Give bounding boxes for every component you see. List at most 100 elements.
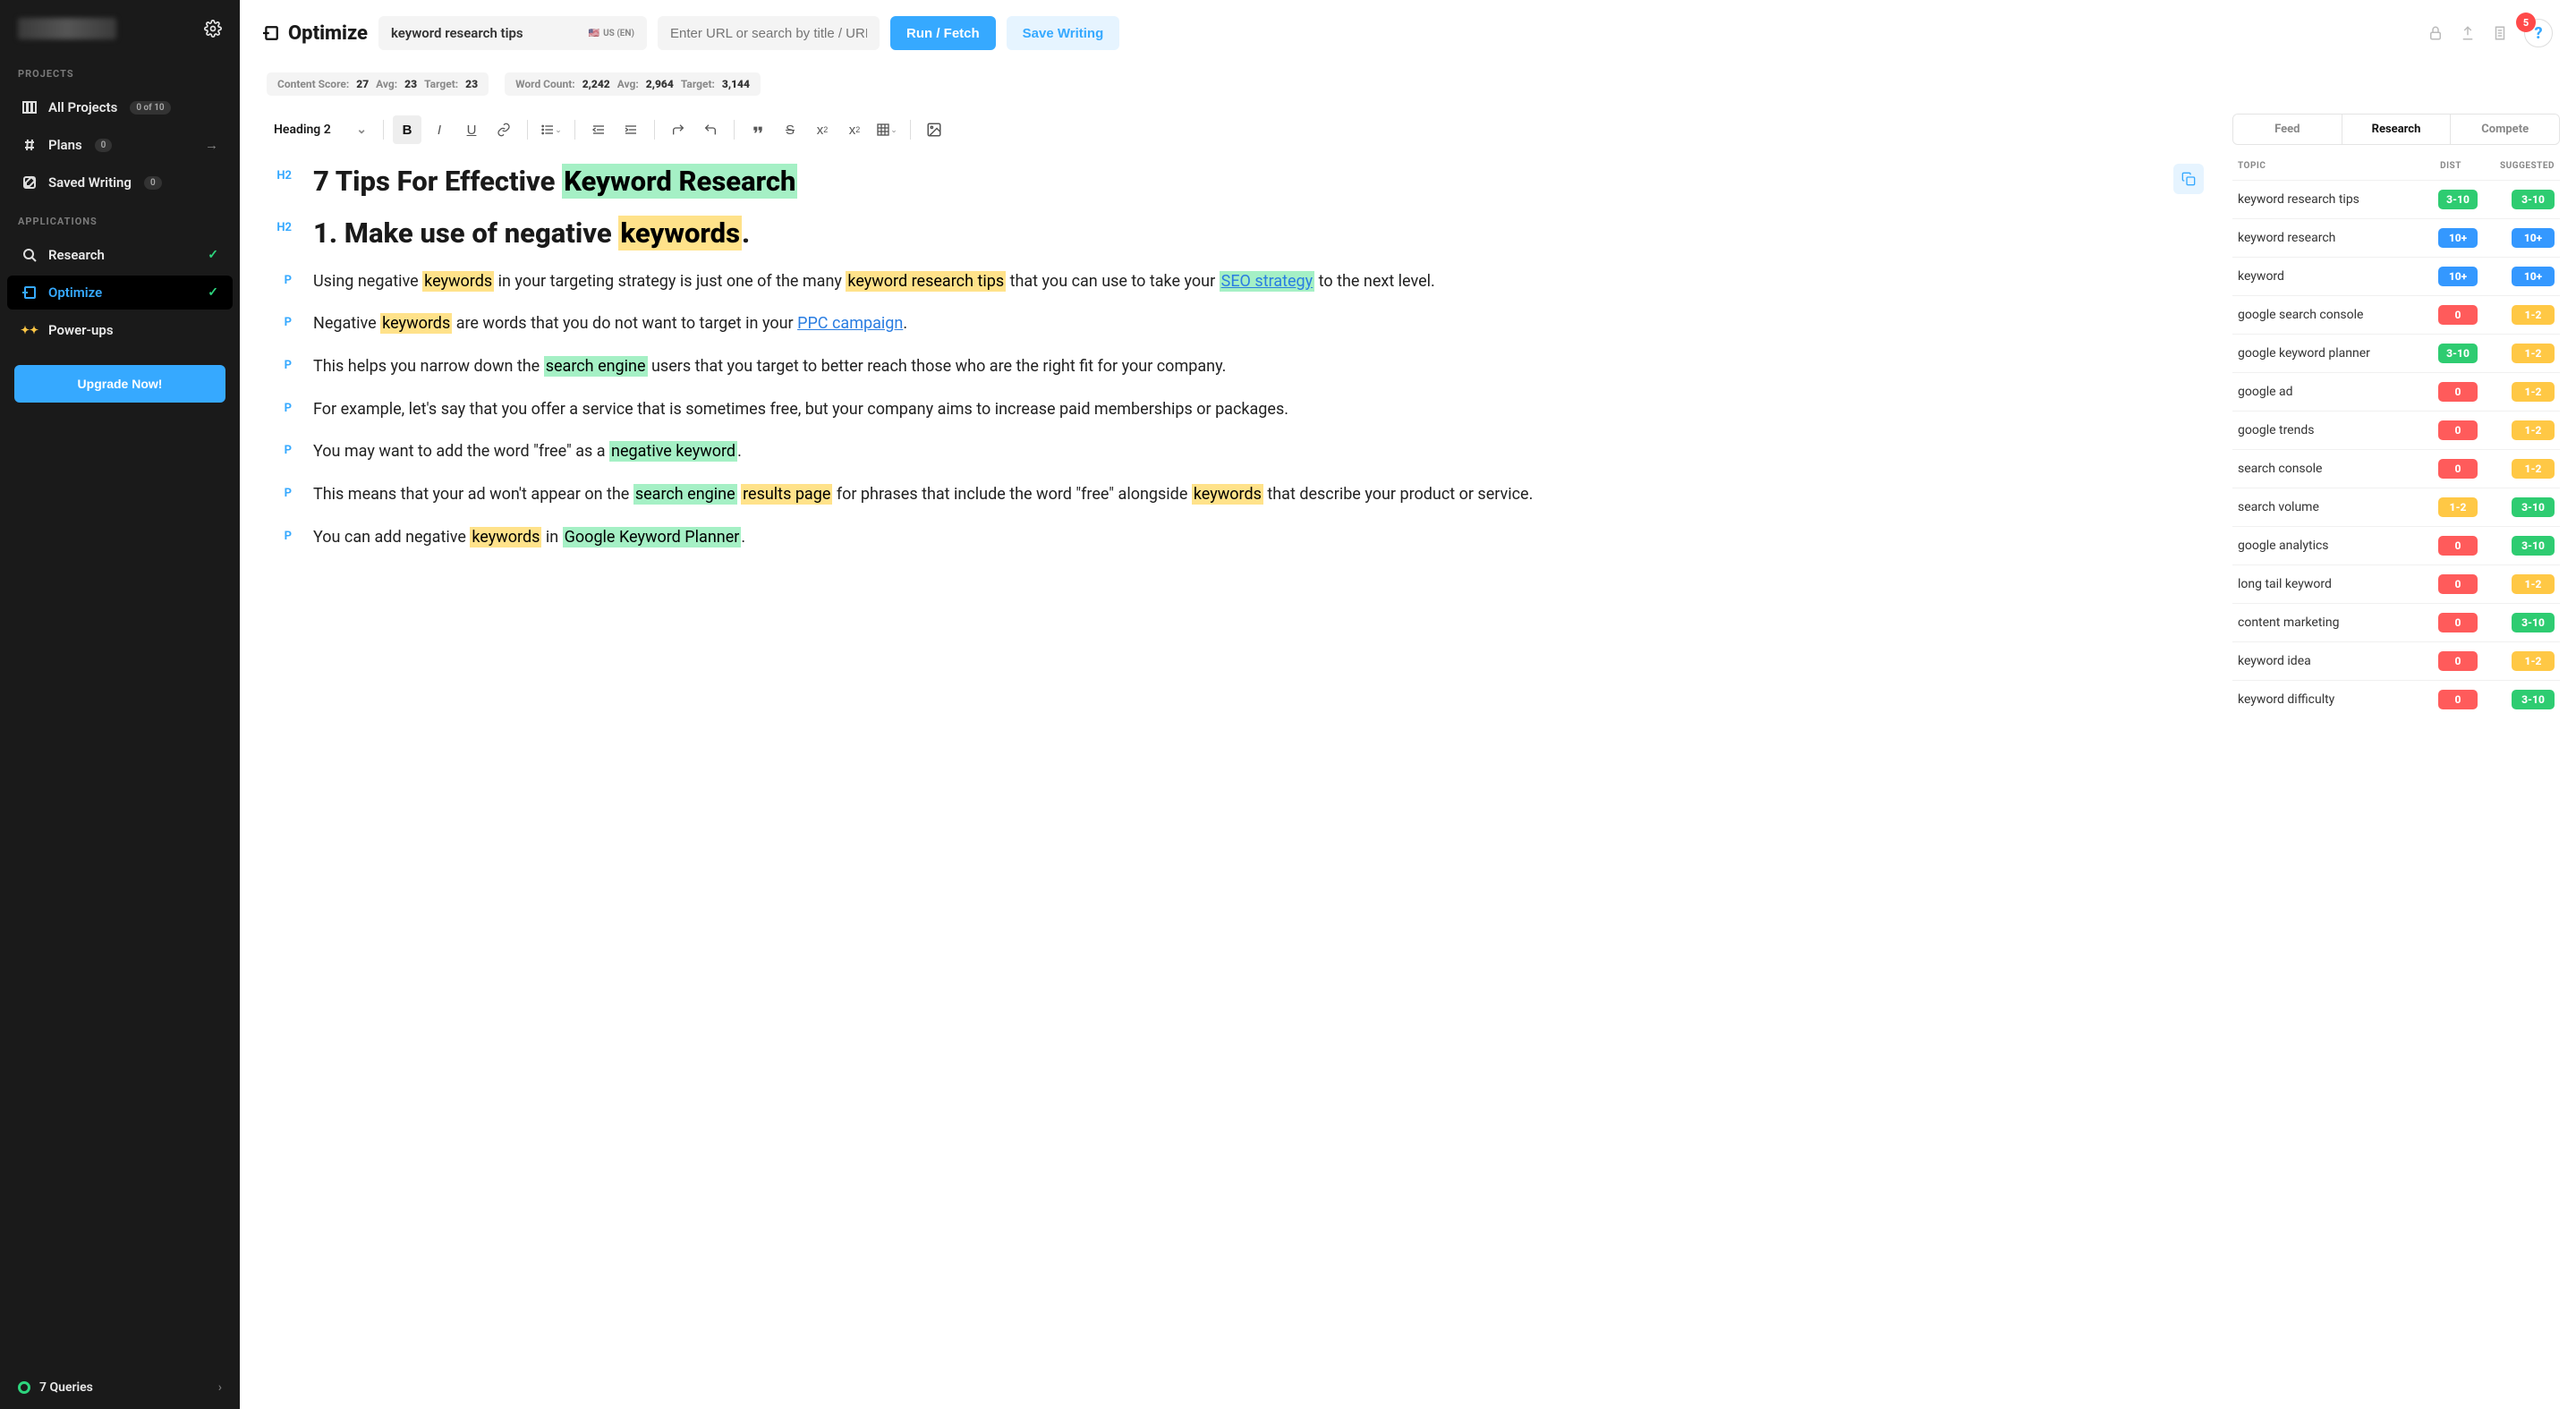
topic-row[interactable]: google search console 0 1-2: [2232, 295, 2560, 334]
optimize-icon: [21, 284, 38, 301]
topic-row[interactable]: keyword difficulty 0 3-10: [2232, 680, 2560, 718]
superscript-button[interactable]: x2: [840, 115, 869, 144]
url-input[interactable]: [658, 16, 880, 50]
heading-select[interactable]: Heading 2⌄: [267, 118, 374, 141]
topic-row[interactable]: google ad 0 1-2: [2232, 372, 2560, 411]
undo-button[interactable]: [696, 115, 725, 144]
topic-row[interactable]: content marketing 0 3-10: [2232, 603, 2560, 641]
table-button[interactable]: ⌄: [872, 115, 901, 144]
sidebar-item-saved-writing[interactable]: Saved Writing 0: [7, 166, 233, 199]
word-count-stats: Word Count:2,242 Avg:2,964 Target:3,144: [505, 72, 761, 96]
line-tag-p: P: [267, 396, 292, 415]
tab-compete[interactable]: Compete: [2451, 115, 2559, 144]
underline-button[interactable]: U: [457, 115, 486, 144]
topic-row[interactable]: google analytics 0 3-10: [2232, 526, 2560, 564]
topic-name: search volume: [2238, 500, 2431, 514]
bold-button[interactable]: B: [393, 115, 421, 144]
sidebar-item-research[interactable]: Research ✓: [7, 238, 233, 272]
paragraph: For example, let's say that you offer a …: [313, 396, 1288, 423]
main: Optimize keyword research tips 🇺🇸 US (EN…: [240, 0, 2576, 1409]
sidebar-item-powerups[interactable]: ✦✦ Power-ups: [7, 313, 233, 347]
nav-label: Research: [48, 247, 105, 263]
image-button[interactable]: [920, 115, 948, 144]
topic-row[interactable]: keyword research 10+ 10+: [2232, 218, 2560, 257]
line-tag-p: P: [267, 438, 292, 457]
subscript-button[interactable]: x2: [808, 115, 837, 144]
quote-button[interactable]: [744, 115, 772, 144]
check-icon: ✓: [208, 248, 218, 262]
tab-feed[interactable]: Feed: [2233, 115, 2342, 144]
save-writing-button[interactable]: Save Writing: [1007, 16, 1120, 50]
topic-name: search console: [2238, 462, 2431, 476]
topic-row[interactable]: keyword 10+ 10+: [2232, 257, 2560, 295]
locale-selector[interactable]: 🇺🇸 US (EN): [589, 29, 634, 38]
keyword-value: keyword research tips: [391, 25, 523, 41]
search-icon: [21, 247, 38, 263]
document-icon[interactable]: [2492, 25, 2508, 41]
suggested-pill: 3-10: [2512, 190, 2555, 209]
topbar: Optimize keyword research tips 🇺🇸 US (EN…: [240, 0, 2576, 67]
notification-badge: 5: [2516, 13, 2536, 32]
paragraph: Using negative keywords in your targetin…: [313, 268, 1435, 295]
tab-research[interactable]: Research: [2342, 115, 2452, 144]
outdent-button[interactable]: [584, 115, 613, 144]
topic-name: keyword: [2238, 269, 2431, 284]
line-tag-p: P: [267, 310, 292, 329]
upgrade-button[interactable]: Upgrade Now!: [14, 365, 225, 403]
dist-pill: 3-10: [2438, 190, 2478, 209]
dist-pill: 3-10: [2438, 344, 2478, 363]
topic-name: keyword research tips: [2238, 192, 2431, 207]
run-fetch-button[interactable]: Run / Fetch: [890, 16, 996, 50]
suggested-pill: 3-10: [2512, 690, 2555, 709]
sparkle-icon: ✦✦: [21, 322, 38, 338]
topic-row[interactable]: google trends 0 1-2: [2232, 411, 2560, 449]
badge: 0: [144, 176, 162, 190]
topic-row[interactable]: keyword research tips 3-10 3-10: [2232, 180, 2560, 218]
topic-row[interactable]: search volume 1-2 3-10: [2232, 488, 2560, 526]
suggested-pill: 1-2: [2512, 651, 2555, 671]
dist-pill: 0: [2438, 459, 2478, 479]
right-panel: Feed Research Compete TOPIC DIST SUGGEST…: [2222, 96, 2576, 1409]
sidebar-item-all-projects[interactable]: All Projects 0 of 10: [7, 90, 233, 124]
export-icon[interactable]: [2460, 25, 2476, 41]
dist-pill: 0: [2438, 536, 2478, 556]
dist-pill: 1-2: [2438, 497, 2478, 517]
suggested-pill: 10+: [2512, 267, 2555, 286]
ppc-link[interactable]: PPC campaign: [797, 314, 903, 333]
gear-icon[interactable]: [204, 20, 222, 38]
keyword-input[interactable]: keyword research tips 🇺🇸 US (EN): [378, 16, 647, 50]
editor-content[interactable]: H2 7 Tips For Effective Keyword Research…: [267, 151, 2204, 550]
topic-name: long tail keyword: [2238, 577, 2431, 591]
title-text: Optimize: [288, 22, 368, 45]
copy-button[interactable]: [2173, 164, 2204, 194]
bullet-list-button[interactable]: ⌄: [537, 115, 565, 144]
nav-label: Saved Writing: [48, 174, 132, 191]
suggested-pill: 3-10: [2512, 536, 2555, 556]
topic-row[interactable]: long tail keyword 0 1-2: [2232, 564, 2560, 603]
topic-row[interactable]: search console 0 1-2: [2232, 449, 2560, 488]
dist-pill: 0: [2438, 651, 2478, 671]
redo-button[interactable]: [664, 115, 693, 144]
check-icon: ✓: [208, 285, 218, 300]
italic-button[interactable]: I: [425, 115, 454, 144]
sidebar-item-plans[interactable]: Plans 0 →: [7, 128, 233, 162]
lock-icon[interactable]: [2427, 25, 2444, 41]
content-score-stats: Content Score:27 Avg:23 Target:23: [267, 72, 489, 96]
sidebar-footer[interactable]: 7 Queries ›: [0, 1366, 240, 1409]
suggested-pill: 1-2: [2512, 574, 2555, 594]
sidebar: PROJECTS All Projects 0 of 10 Plans 0 → …: [0, 0, 240, 1409]
link-button[interactable]: [489, 115, 518, 144]
columns-icon: [21, 99, 38, 115]
strikethrough-button[interactable]: S: [776, 115, 804, 144]
badge: 0 of 10: [130, 101, 170, 115]
editor-toolbar: Heading 2⌄ B I U ⌄ S: [267, 108, 2204, 151]
projects-section-label: PROJECTS: [0, 54, 240, 89]
topic-row[interactable]: google keyword planner 3-10 1-2: [2232, 334, 2560, 372]
indent-button[interactable]: [616, 115, 645, 144]
sidebar-item-optimize[interactable]: Optimize ✓: [7, 276, 233, 310]
chevron-right-icon: ›: [218, 1380, 222, 1395]
paragraph: You may want to add the word "free" as a…: [313, 438, 742, 465]
help-button[interactable]: ? 5: [2524, 19, 2553, 47]
topic-row[interactable]: keyword idea 0 1-2: [2232, 641, 2560, 680]
dist-pill: 0: [2438, 574, 2478, 594]
